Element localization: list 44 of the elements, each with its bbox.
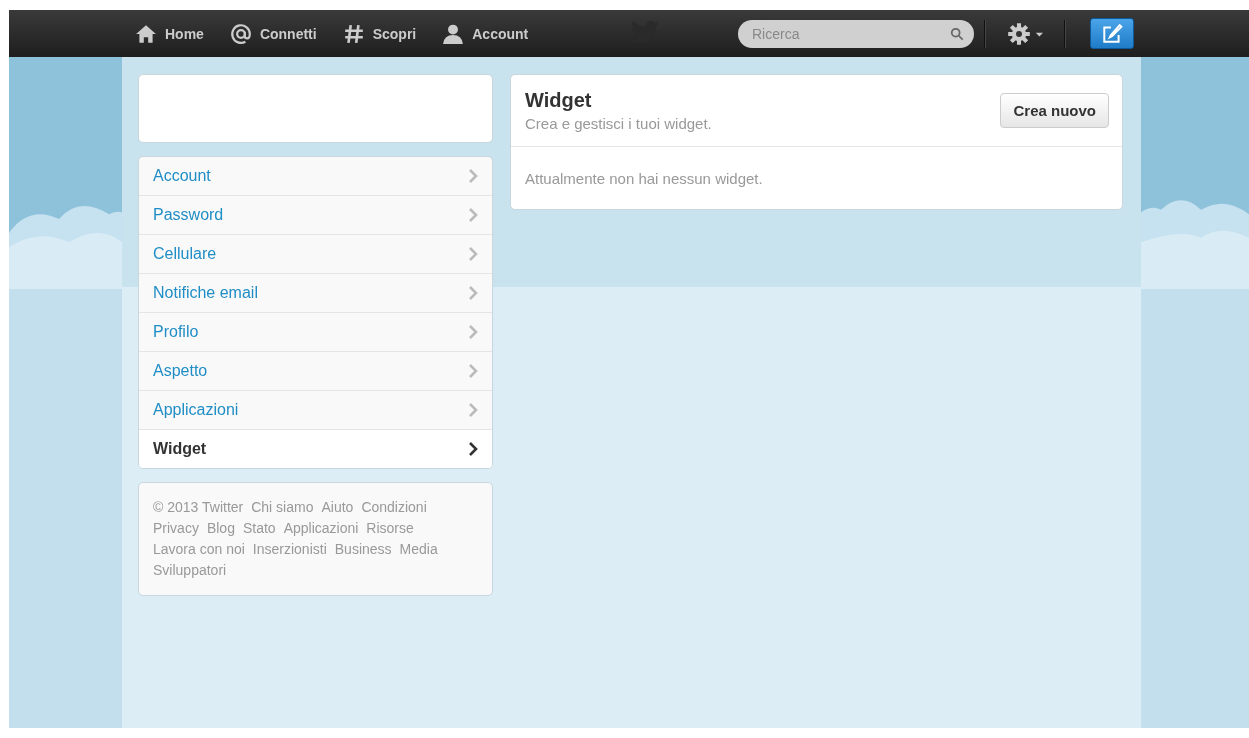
- chevron-icon: [468, 364, 478, 378]
- footer-link[interactable]: Applicazioni: [283, 520, 359, 537]
- chevron-icon: [468, 325, 478, 339]
- footer-link[interactable]: Stato: [242, 520, 276, 537]
- sidebar-item[interactable]: Profilo: [139, 312, 492, 351]
- compose-icon: [1101, 22, 1123, 45]
- page-title: Widget: [525, 89, 593, 112]
- chevron-icon: [468, 208, 478, 222]
- footer-link[interactable]: Risorse: [366, 520, 414, 537]
- at-sign-icon: [229, 22, 252, 45]
- sidebar-item[interactable]: Account: [139, 157, 492, 195]
- compose-button[interactable]: [1090, 18, 1134, 49]
- nav-link[interactable]: Scopri: [342, 22, 417, 45]
- nav-link[interactable]: Connetti: [229, 22, 317, 45]
- sidebar-item[interactable]: Cellulare: [139, 234, 492, 273]
- sidebar-item[interactable]: Notifiche email: [139, 273, 492, 312]
- copyright-text: © 2013 Twitter: [153, 499, 244, 516]
- chevron-icon: [468, 169, 478, 183]
- footer-link[interactable]: Privacy: [153, 520, 199, 537]
- footer-link[interactable]: Inserzionisti: [252, 541, 327, 558]
- sidebar-item[interactable]: Aspetto: [139, 351, 492, 390]
- chevron-icon: [468, 442, 478, 456]
- chevron-icon: [468, 247, 478, 261]
- person-icon: [442, 22, 465, 45]
- hash-icon: [342, 22, 365, 45]
- footer-link[interactable]: Blog: [206, 520, 235, 537]
- footer-link[interactable]: Aiuto: [321, 499, 354, 516]
- chevron-icon: [468, 286, 478, 300]
- search-field[interactable]: Ricerca: [738, 19, 974, 48]
- sidebar-item[interactable]: Widget: [139, 429, 492, 468]
- search-icon: [950, 26, 964, 41]
- nav-link[interactable]: Account: [442, 22, 529, 45]
- footer-link[interactable]: Lavora con noi: [153, 541, 245, 558]
- nav-link[interactable]: Home: [135, 22, 204, 45]
- page-subtitle: Crea e gestisci i tuoi widget.: [525, 115, 712, 132]
- empty-message: Attualmente non hai nessun widget.: [524, 169, 764, 189]
- chevron-icon: [468, 403, 478, 417]
- footer-link[interactable]: Condizioni: [361, 499, 427, 516]
- create-button[interactable]: Crea nuovo: [1000, 93, 1109, 128]
- footer-link[interactable]: Sviluppatori: [153, 562, 227, 579]
- footer-link[interactable]: Business: [334, 541, 392, 558]
- footer-link[interactable]: Media: [399, 541, 438, 558]
- footer-link[interactable]: Chi siamo: [251, 499, 314, 516]
- sidebar-item[interactable]: Password: [139, 195, 492, 234]
